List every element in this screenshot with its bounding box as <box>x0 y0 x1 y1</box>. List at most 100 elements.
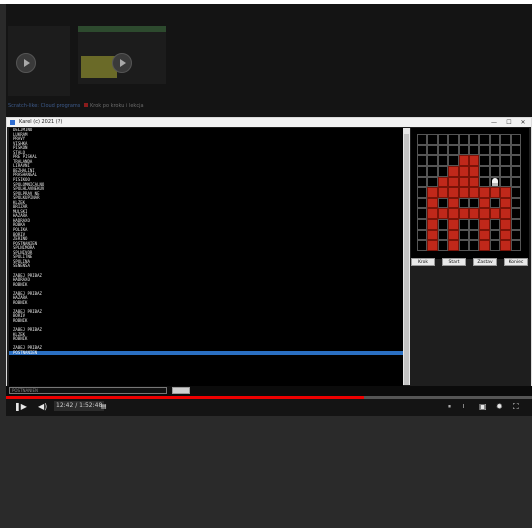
chapters-icon[interactable]: ▤ <box>101 401 107 413</box>
world-cell <box>417 155 428 166</box>
world-cell <box>489 229 501 241</box>
app-icon <box>10 120 15 125</box>
program-scrollbar[interactable] <box>403 128 410 385</box>
close-button[interactable]: ✕ <box>516 118 530 127</box>
world-cell <box>510 176 521 188</box>
play-icon <box>16 53 36 73</box>
world-cell <box>469 144 480 156</box>
world-cell <box>458 144 469 156</box>
video-thumbnail-left[interactable] <box>8 26 70 96</box>
world-cell <box>458 197 469 209</box>
world-cell <box>500 165 511 177</box>
world-cell-marked <box>448 187 459 198</box>
send-button[interactable] <box>172 387 190 394</box>
world-cell-marked <box>500 219 511 230</box>
world-cell <box>469 219 480 230</box>
world-cell-marked <box>469 208 480 220</box>
volume-icon[interactable]: ◀) <box>38 401 47 413</box>
start-button[interactable]: Start <box>442 258 466 266</box>
world-cell <box>469 229 480 241</box>
world-cell-marked <box>427 229 438 241</box>
autoplay-icon[interactable]: ⏸ <box>448 401 451 413</box>
world-cell <box>469 197 480 209</box>
program-line[interactable]: POSTNANIEN <box>9 350 403 356</box>
world-cell <box>510 144 521 156</box>
world-cell <box>417 229 428 241</box>
world-cell <box>458 134 469 145</box>
world-cell-marked <box>479 219 490 230</box>
world-cell <box>500 144 511 156</box>
time-current: 12:42 <box>56 402 74 409</box>
world-cell <box>500 155 511 166</box>
world-cell-marked <box>489 208 501 220</box>
world-cell-marked <box>427 208 438 220</box>
settings-icon[interactable]: ✹ <box>496 401 503 413</box>
thumbnail-title-left[interactable]: Scratch-like: Cloud programs <box>8 103 80 109</box>
world-cell <box>437 144 449 156</box>
world-cell <box>500 134 511 145</box>
karel-window: Karel (c) 2021 (?) — ☐ ✕ DELJMINO LUKRAM P… <box>6 117 532 398</box>
program-listing[interactable]: DELJMINO LUKRAM PRAVY VISHKA PISKON STALO PRE … <box>9 128 403 395</box>
world-cell <box>417 165 428 177</box>
world-cell-marked <box>469 187 480 198</box>
world-cell <box>437 229 449 241</box>
world-cell-marked <box>427 240 438 251</box>
autoplay-toggle[interactable]: ⏽ <box>461 401 466 413</box>
world-cell-marked <box>469 176 480 188</box>
world-cell <box>417 208 428 220</box>
world-cell-marked <box>479 208 490 220</box>
world-cell <box>469 134 480 145</box>
end-button[interactable]: Koniec <box>504 258 528 266</box>
world-cell-marked <box>427 187 438 198</box>
world-cell-marked <box>448 176 459 188</box>
world-cell <box>448 155 459 166</box>
world-cell-marked <box>427 219 438 230</box>
world-cell-marked <box>458 208 469 220</box>
world-cell <box>489 144 501 156</box>
world-cell <box>500 176 511 188</box>
world-cell <box>427 144 438 156</box>
world-cell <box>437 219 449 230</box>
page-background <box>6 416 532 528</box>
world-cell <box>417 240 428 251</box>
world-cell <box>479 155 490 166</box>
world-grid <box>417 134 521 251</box>
fullscreen-icon[interactable]: ⛶ <box>513 401 519 413</box>
world-cell <box>417 134 428 145</box>
minimize-button[interactable]: — <box>487 118 501 127</box>
world-cell-marked <box>448 197 459 209</box>
world-cell <box>489 197 501 209</box>
step-button[interactable]: Krok <box>411 258 435 266</box>
thumbnail-title-right[interactable]: Krok po kroku i lekcja <box>90 103 144 109</box>
scrollbar-thumb[interactable] <box>404 134 409 385</box>
world-cell <box>417 144 428 156</box>
world-cell <box>417 197 428 209</box>
world-cell <box>510 208 521 220</box>
video-thumbnail-right[interactable] <box>78 26 166 84</box>
maximize-button[interactable]: ☐ <box>502 118 516 127</box>
stop-button[interactable]: Zastav <box>473 258 497 266</box>
world-cell <box>448 144 459 156</box>
subtitles-icon[interactable]: ▣ <box>479 401 487 413</box>
world-cell <box>479 165 490 177</box>
world-cell <box>417 176 428 188</box>
world-cell <box>489 165 501 177</box>
world-cell-marked <box>458 155 469 166</box>
world-cell-marked <box>500 187 511 198</box>
command-input[interactable]: POSTNANIEN <box>9 387 167 394</box>
world-cell <box>458 229 469 241</box>
world-cell <box>437 165 449 177</box>
world-cell <box>458 240 469 251</box>
robot-icon <box>491 177 499 187</box>
world-cell-marked <box>479 187 490 198</box>
karel-world <box>411 128 529 259</box>
world-cell <box>510 155 521 166</box>
world-cell <box>427 155 438 166</box>
window-title: Karel (c) 2021 (?) <box>19 119 63 125</box>
world-cell <box>510 134 521 145</box>
world-cell <box>427 165 438 177</box>
world-cell <box>489 219 501 230</box>
play-icon[interactable]: ❚▶ <box>14 401 27 413</box>
world-cell-marked <box>437 187 449 198</box>
world-cell <box>489 155 501 166</box>
